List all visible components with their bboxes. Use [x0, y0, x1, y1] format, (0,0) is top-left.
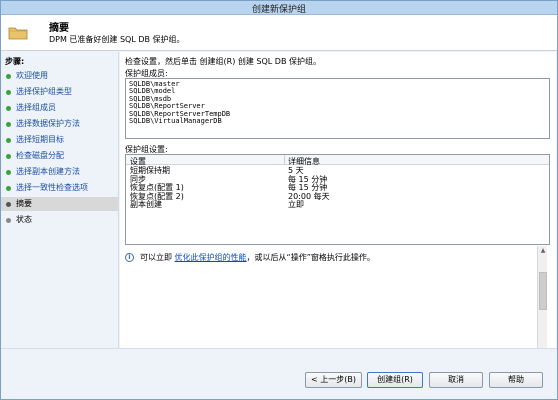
step-status-icon	[6, 122, 11, 127]
vertical-scrollbar[interactable]: ▲ ▼	[537, 246, 547, 356]
sidebar-step-label: 欢迎使用	[16, 71, 48, 80]
step-status-icon	[6, 90, 11, 95]
scroll-thumb[interactable]	[539, 272, 547, 310]
sidebar-step-label: 状态	[16, 215, 32, 224]
sidebar-step[interactable]: 欢迎使用	[1, 69, 118, 83]
wizard-window: 创建新保护组 摘要 DPM 已准备好创建 SQL DB 保护组。 步骤: 欢迎使…	[0, 0, 558, 400]
sidebar-step[interactable]: 状态	[1, 213, 118, 227]
sidebar-step[interactable]: 选择数据保护方法	[1, 117, 118, 131]
setting-detail: 立即	[288, 200, 304, 210]
info-icon: i	[125, 253, 134, 262]
settings-table-header: 设置 详细信息	[126, 155, 549, 166]
settings-row[interactable]: 恢复点(配置 1) 每 15 分钟	[126, 184, 549, 193]
sidebar-step[interactable]: 选择保护组类型	[1, 85, 118, 99]
sidebar-step-label: 选择一致性检查选项	[16, 183, 88, 192]
sidebar-step[interactable]: 摘要	[1, 197, 118, 211]
step-status-icon	[6, 154, 11, 159]
sidebar-step[interactable]: 选择一致性检查选项	[1, 181, 118, 195]
info-message: i 可以立即 优化此保护组的性能，或以后从“操作”窗格执行此操作。	[125, 252, 375, 264]
page-title: 摘要	[49, 23, 69, 34]
step-status-icon	[6, 170, 11, 175]
sidebar-step-label: 选择副本创建方法	[16, 167, 80, 176]
sidebar-step[interactable]: 选择短期目标	[1, 133, 118, 147]
sidebar-step-label: 选择保护组类型	[16, 87, 72, 96]
sidebar-step-label: 选择组成员	[16, 103, 56, 112]
member-item[interactable]: SQLDB\master	[129, 80, 546, 88]
sidebar-step-label: 选择数据保护方法	[16, 119, 80, 128]
step-status-icon	[6, 202, 11, 207]
help-button[interactable]: 帮助	[489, 372, 543, 388]
settings-row[interactable]: 恢复点(配置 2) 20:00 每天	[126, 192, 549, 202]
sidebar-step-label: 检查磁盘分配	[16, 151, 64, 160]
main-panel: 检查设置，然后单击 创建组(R) 创建 SQL DB 保护组。 保护组成员: S…	[120, 52, 556, 348]
sidebar-step[interactable]: 检查磁盘分配	[1, 149, 118, 163]
sidebar-step-label: 选择短期目标	[16, 135, 64, 144]
sidebar-step-label: 摘要	[16, 199, 32, 208]
create-group-button[interactable]: 创建组(R)	[367, 372, 423, 388]
steps-label: 步骤:	[5, 57, 25, 66]
info-prefix: 可以立即	[140, 253, 172, 262]
wizard-footer: < 上一步(B) 创建组(R) 取消 帮助	[1, 348, 557, 399]
wizard-header: 摘要 DPM 已准备好创建 SQL DB 保护组。	[1, 15, 557, 51]
step-status-icon	[6, 186, 11, 191]
settings-row[interactable]: 同步每 15 分钟	[126, 175, 549, 185]
scroll-up-arrow-icon[interactable]: ▲	[539, 247, 547, 255]
window-title: 创建新保护组	[251, 5, 306, 15]
folder-icon	[8, 27, 28, 40]
settings-table[interactable]: 设置 详细信息 短期保持期 5 天同步每 15 分钟 恢复点(配置 1) 每 15 分…	[125, 154, 550, 245]
member-item[interactable]: SQLDB\model	[129, 87, 546, 95]
title-bar: 创建新保护组	[1, 1, 557, 15]
cancel-button[interactable]: 取消	[429, 372, 483, 388]
back-button[interactable]: < 上一步(B)	[305, 372, 362, 388]
page-subtitle: DPM 已准备好创建 SQL DB 保护组。	[49, 35, 185, 44]
info-suffix: ，或以后从“操作”窗格执行此操作。	[246, 253, 375, 262]
step-status-icon	[6, 138, 11, 143]
sidebar-step[interactable]: 选择副本创建方法	[1, 165, 118, 179]
step-status-icon	[6, 74, 11, 79]
sidebar-step[interactable]: 选择组成员	[1, 101, 118, 115]
members-list[interactable]: SQLDB\master SQLDB\model SQLDB\msdb SQLDB\R…	[125, 78, 550, 139]
instruction-text: 检查设置，然后单击 创建组(R) 创建 SQL DB 保护组。	[125, 57, 321, 66]
member-item[interactable]: SQLDB\VirtualManagerDB	[129, 117, 546, 125]
setting-name: 副本创建	[130, 200, 162, 210]
optimize-performance-link[interactable]: 优化此保护组的性能	[175, 253, 247, 262]
settings-row[interactable]: 短期保持期 5 天	[126, 166, 549, 176]
step-status-icon	[6, 218, 11, 223]
step-status-icon	[6, 106, 11, 111]
settings-row[interactable]: 副本创建 立即	[126, 201, 549, 210]
steps-sidebar: 步骤: 欢迎使用选择保护组类型 选择组成员选择数据保护方法 选择短期目标 检查磁盘分配…	[1, 52, 119, 348]
column-divider[interactable]	[284, 155, 285, 165]
